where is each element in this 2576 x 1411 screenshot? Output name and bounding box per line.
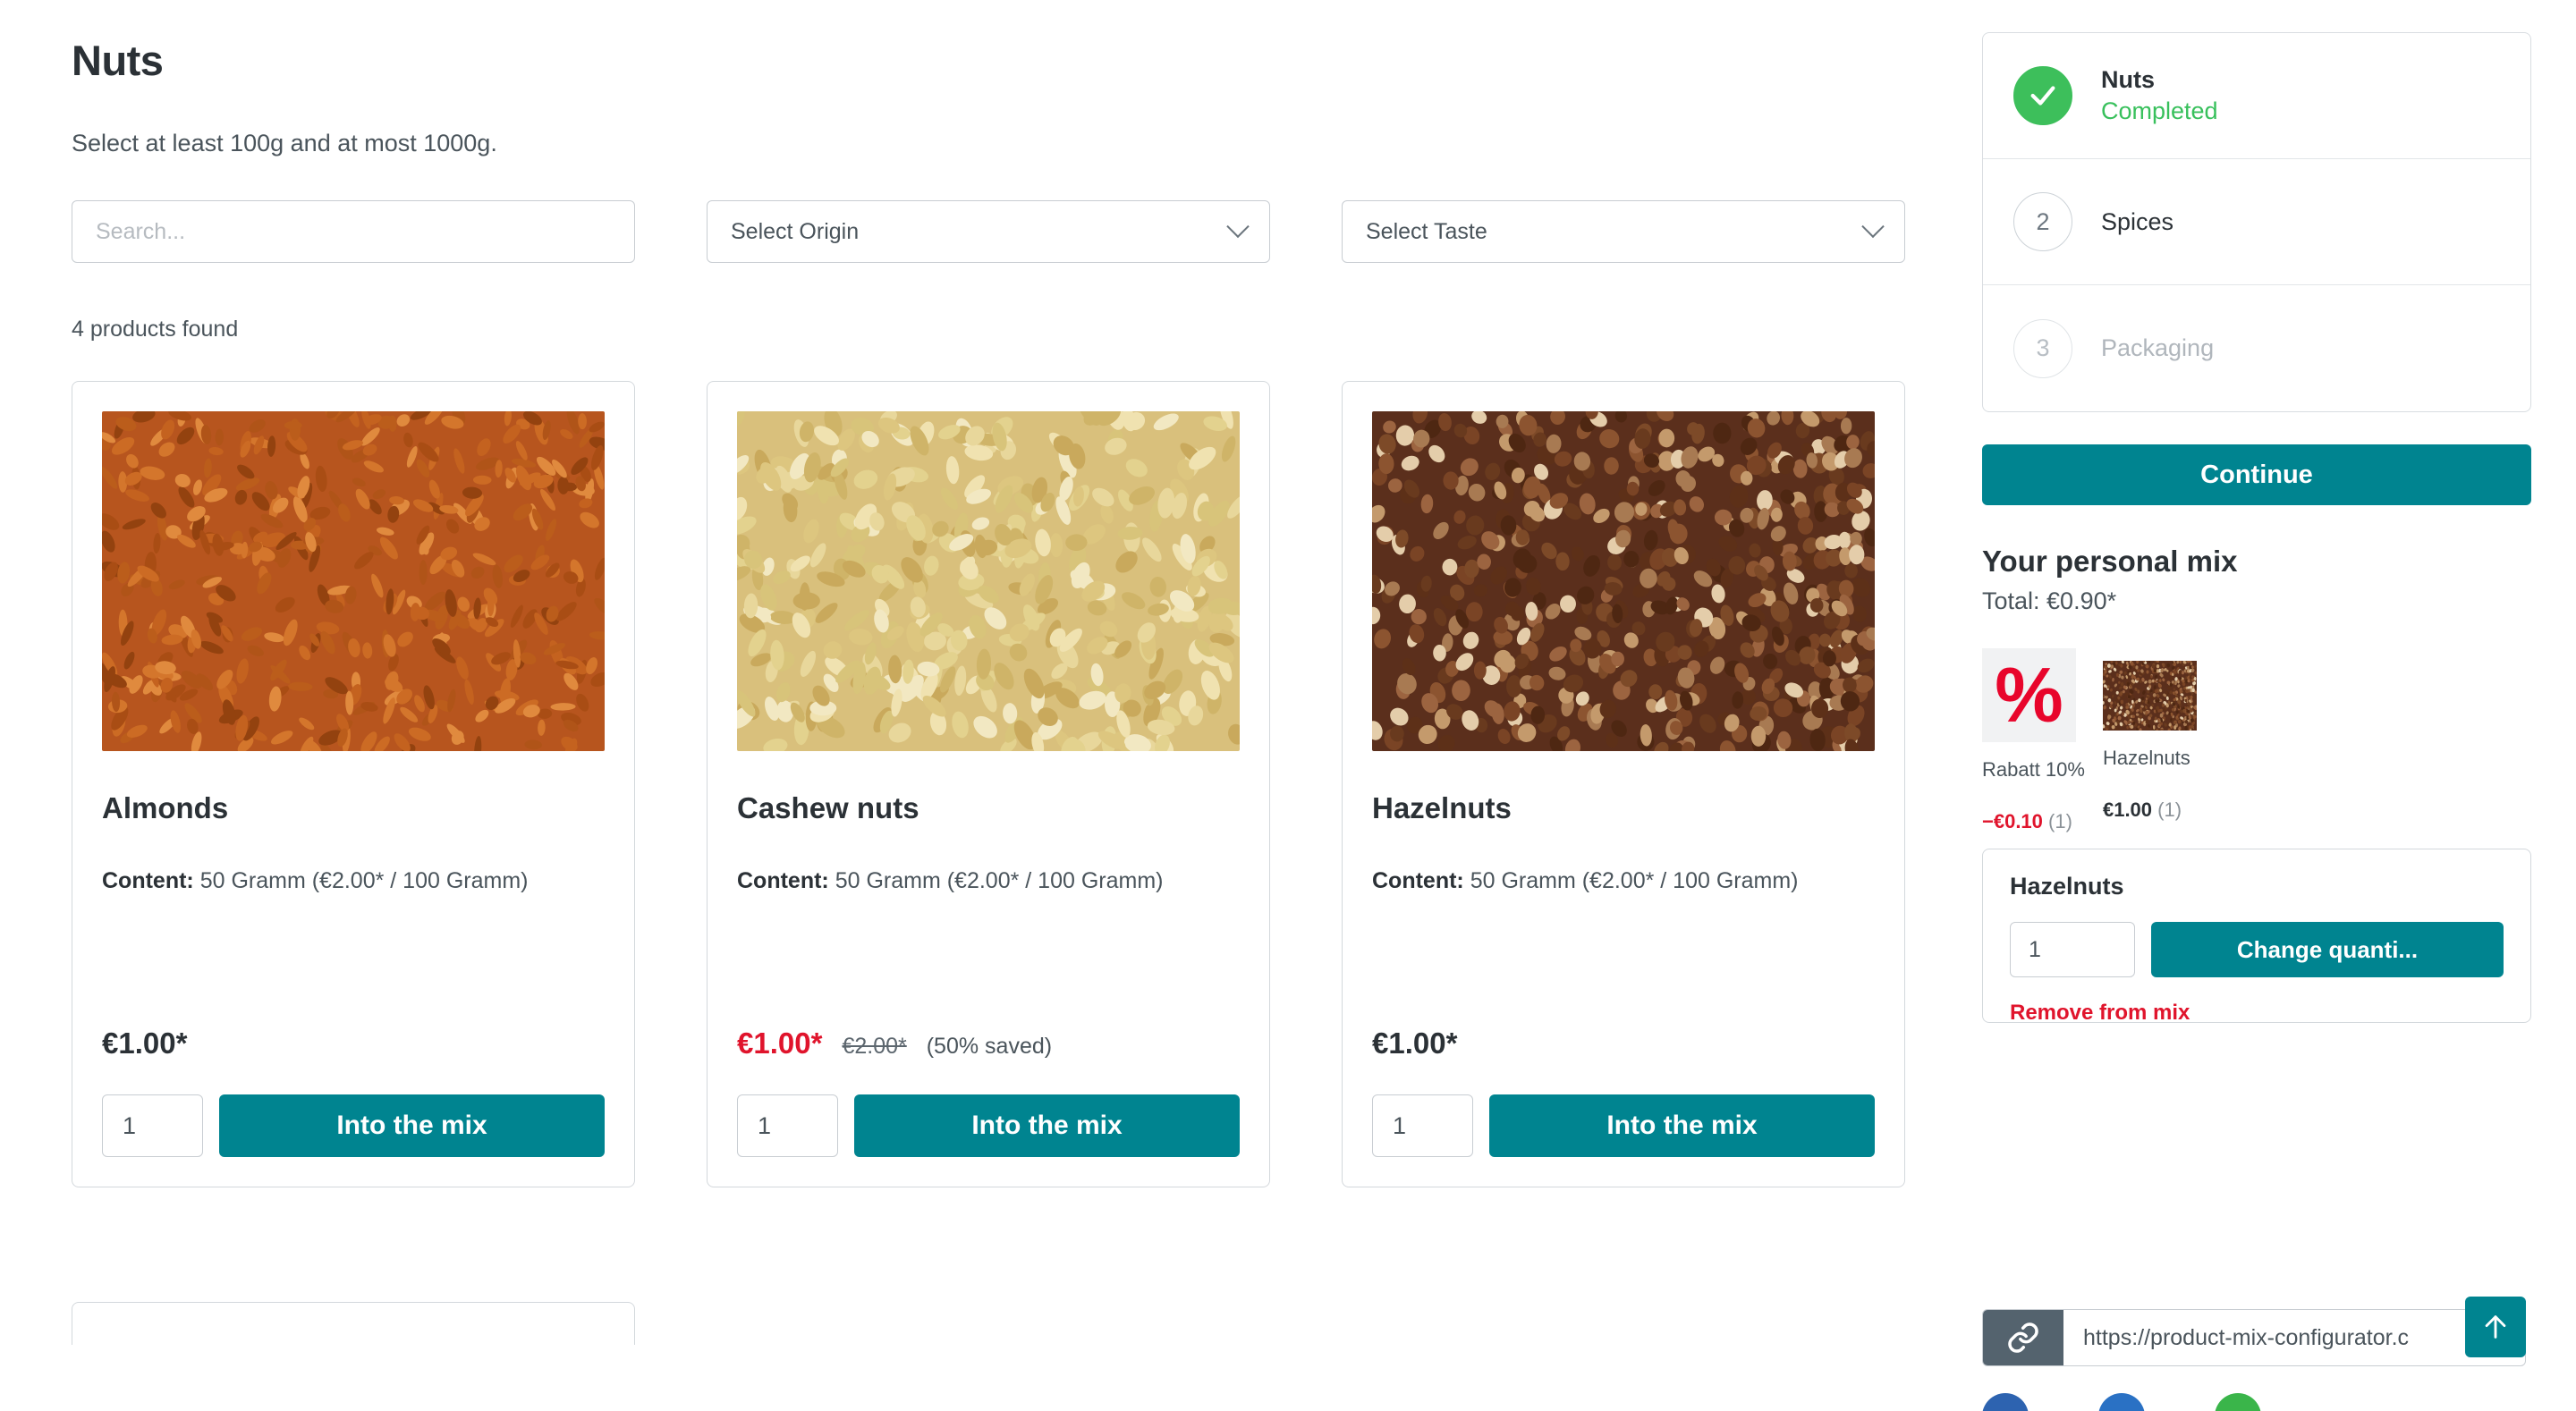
- product-mix-configurator-page: Nuts Select at least 100g and at most 10…: [0, 0, 2576, 1411]
- product-content: Content: 50 Gramm (€2.00* / 100 Gramm): [1372, 866, 1875, 964]
- step-number-badge: 2: [2013, 192, 2072, 251]
- product-grid: Almonds Content: 50 Gramm (€2.00* / 100 …: [72, 381, 1950, 1345]
- product-content: Content: 50 Gramm (€2.00* / 100 Gramm): [102, 866, 605, 964]
- scroll-to-top-button[interactable]: [2465, 1297, 2526, 1357]
- percent-icon: %: [1982, 648, 2076, 742]
- step-texts: Spices: [2101, 208, 2174, 236]
- mix-thumb-amount: −€0.10: [1982, 810, 2043, 832]
- share-url-bar[interactable]: [1982, 1309, 2526, 1366]
- product-card[interactable]: Cashew nuts Content: 50 Gramm (€2.00* / …: [707, 381, 1270, 1187]
- product-price: €1.00*: [737, 1027, 822, 1060]
- arrow-up-icon: [2480, 1312, 2511, 1342]
- buy-row: Into the mix: [737, 1094, 1240, 1157]
- product-old-price: €2.00*: [842, 1034, 906, 1060]
- quantity-input[interactable]: [737, 1094, 838, 1157]
- taste-select[interactable]: Select Taste: [1342, 200, 1905, 263]
- step-title: Packaging: [2101, 334, 2214, 362]
- mix-thumb-qty: (1): [2048, 810, 2072, 832]
- quantity-input[interactable]: [1372, 1094, 1473, 1157]
- product-image-almonds: [102, 411, 605, 751]
- mix-item-card: Hazelnuts Change quanti... Remove from m…: [1982, 849, 2531, 1023]
- facebook-share-icon[interactable]: [1982, 1393, 2029, 1411]
- into-the-mix-button[interactable]: Into the mix: [1489, 1094, 1875, 1157]
- chevron-down-icon: [1226, 215, 1249, 238]
- remove-from-mix-link[interactable]: Remove from mix: [2010, 1001, 2504, 1023]
- product-content-value: 50 Gramm (€2.00* / 100 Gramm): [835, 868, 1164, 893]
- step-status: Completed: [2101, 97, 2218, 125]
- steps-list: Nuts Completed 2 Spices 3 Packaging: [1982, 32, 2531, 412]
- mix-thumb-price: −€0.10 (1): [1982, 810, 2085, 833]
- product-image-cashews: [737, 411, 1240, 751]
- into-the-mix-button[interactable]: Into the mix: [854, 1094, 1240, 1157]
- sidebar-step-nuts[interactable]: Nuts Completed: [1983, 33, 2530, 159]
- product-content-value: 50 Gramm (€2.00* / 100 Gramm): [200, 868, 529, 893]
- mix-thumb-discount[interactable]: % Rabatt 10% −€0.10 (1): [1982, 648, 2085, 833]
- product-name: Almonds: [102, 791, 605, 825]
- product-content-label: Content:: [102, 868, 194, 893]
- mix-item-name: Hazelnuts: [2010, 873, 2504, 900]
- taste-select-label: Select Taste: [1366, 219, 1487, 245]
- price-row: €1.00*: [102, 1027, 605, 1060]
- price-row: €1.00* €2.00* (50% saved): [737, 1027, 1240, 1060]
- twitter-share-icon[interactable]: [2098, 1393, 2145, 1411]
- mix-thumb-price: €1.00 (1): [2103, 798, 2197, 822]
- main-content: Nuts Select at least 100g and at most 10…: [0, 0, 1950, 1411]
- mix-thumb-amount: €1.00: [2103, 798, 2152, 821]
- mix-thumb-hazelnuts[interactable]: Hazelnuts €1.00 (1): [2103, 648, 2197, 822]
- mix-quantity-input[interactable]: [2010, 922, 2135, 977]
- mix-thumb-qty: (1): [2157, 798, 2182, 821]
- step-title: Nuts: [2101, 66, 2218, 94]
- search-input[interactable]: [96, 219, 611, 245]
- change-quantity-button[interactable]: Change quanti...: [2151, 922, 2504, 977]
- buy-row: Into the mix: [102, 1094, 605, 1157]
- page-subtitle: Select at least 100g and at most 1000g.: [72, 130, 1950, 157]
- link-icon: [1983, 1310, 2063, 1365]
- mix-thumbnails: % Rabatt 10% −€0.10 (1) Hazelnuts €1.00: [1982, 648, 2531, 833]
- product-price: €1.00*: [102, 1027, 187, 1060]
- social-share-row: [1982, 1393, 2261, 1411]
- product-card-next-row[interactable]: [72, 1302, 635, 1345]
- step-texts: Nuts Completed: [2101, 66, 2218, 125]
- price-row: €1.00*: [1372, 1027, 1875, 1060]
- sidebar-step-spices[interactable]: 2 Spices: [1983, 159, 2530, 285]
- product-name: Cashew nuts: [737, 791, 1240, 825]
- product-content-label: Content:: [1372, 868, 1464, 893]
- results-count: 4 products found: [72, 317, 1950, 342]
- product-content-label: Content:: [737, 868, 829, 893]
- product-price: €1.00*: [1372, 1027, 1457, 1060]
- sidebar-step-packaging[interactable]: 3 Packaging: [1983, 285, 2530, 411]
- product-image-hazelnuts: [1372, 411, 1875, 751]
- product-name: Hazelnuts: [1372, 791, 1875, 825]
- search-field[interactable]: [72, 200, 635, 263]
- continue-button[interactable]: Continue: [1982, 444, 2531, 505]
- mix-item-controls: Change quanti...: [2010, 922, 2504, 977]
- check-icon: [2013, 66, 2072, 125]
- filter-bar: Select Origin Select Taste: [72, 200, 1950, 263]
- mix-total: Total: €0.90*: [1982, 587, 2531, 615]
- hazelnuts-thumbnail: [2103, 661, 2197, 731]
- quantity-input[interactable]: [102, 1094, 203, 1157]
- product-content-value: 50 Gramm (€2.00* / 100 Gramm): [1470, 868, 1799, 893]
- step-title: Spices: [2101, 208, 2174, 236]
- step-texts: Packaging: [2101, 334, 2214, 362]
- product-card[interactable]: Almonds Content: 50 Gramm (€2.00* / 100 …: [72, 381, 635, 1187]
- mix-thumb-label: Hazelnuts: [2103, 747, 2197, 770]
- chevron-down-icon: [1861, 215, 1884, 238]
- configurator-sidebar: Nuts Completed 2 Spices 3 Packaging Cont…: [1950, 0, 2576, 1411]
- into-the-mix-button[interactable]: Into the mix: [219, 1094, 605, 1157]
- share-url-input[interactable]: [2063, 1310, 2525, 1365]
- origin-select-label: Select Origin: [731, 219, 859, 245]
- product-saved-label: (50% saved): [927, 1034, 1052, 1060]
- product-content: Content: 50 Gramm (€2.00* / 100 Gramm): [737, 866, 1240, 964]
- mix-heading: Your personal mix: [1982, 545, 2531, 579]
- mix-thumb-label: Rabatt 10%: [1982, 758, 2085, 782]
- product-card[interactable]: Hazelnuts Content: 50 Gramm (€2.00* / 10…: [1342, 381, 1905, 1187]
- buy-row: Into the mix: [1372, 1094, 1875, 1157]
- step-number-badge: 3: [2013, 319, 2072, 378]
- origin-select[interactable]: Select Origin: [707, 200, 1270, 263]
- page-title: Nuts: [72, 36, 1950, 85]
- whatsapp-share-icon[interactable]: [2215, 1393, 2261, 1411]
